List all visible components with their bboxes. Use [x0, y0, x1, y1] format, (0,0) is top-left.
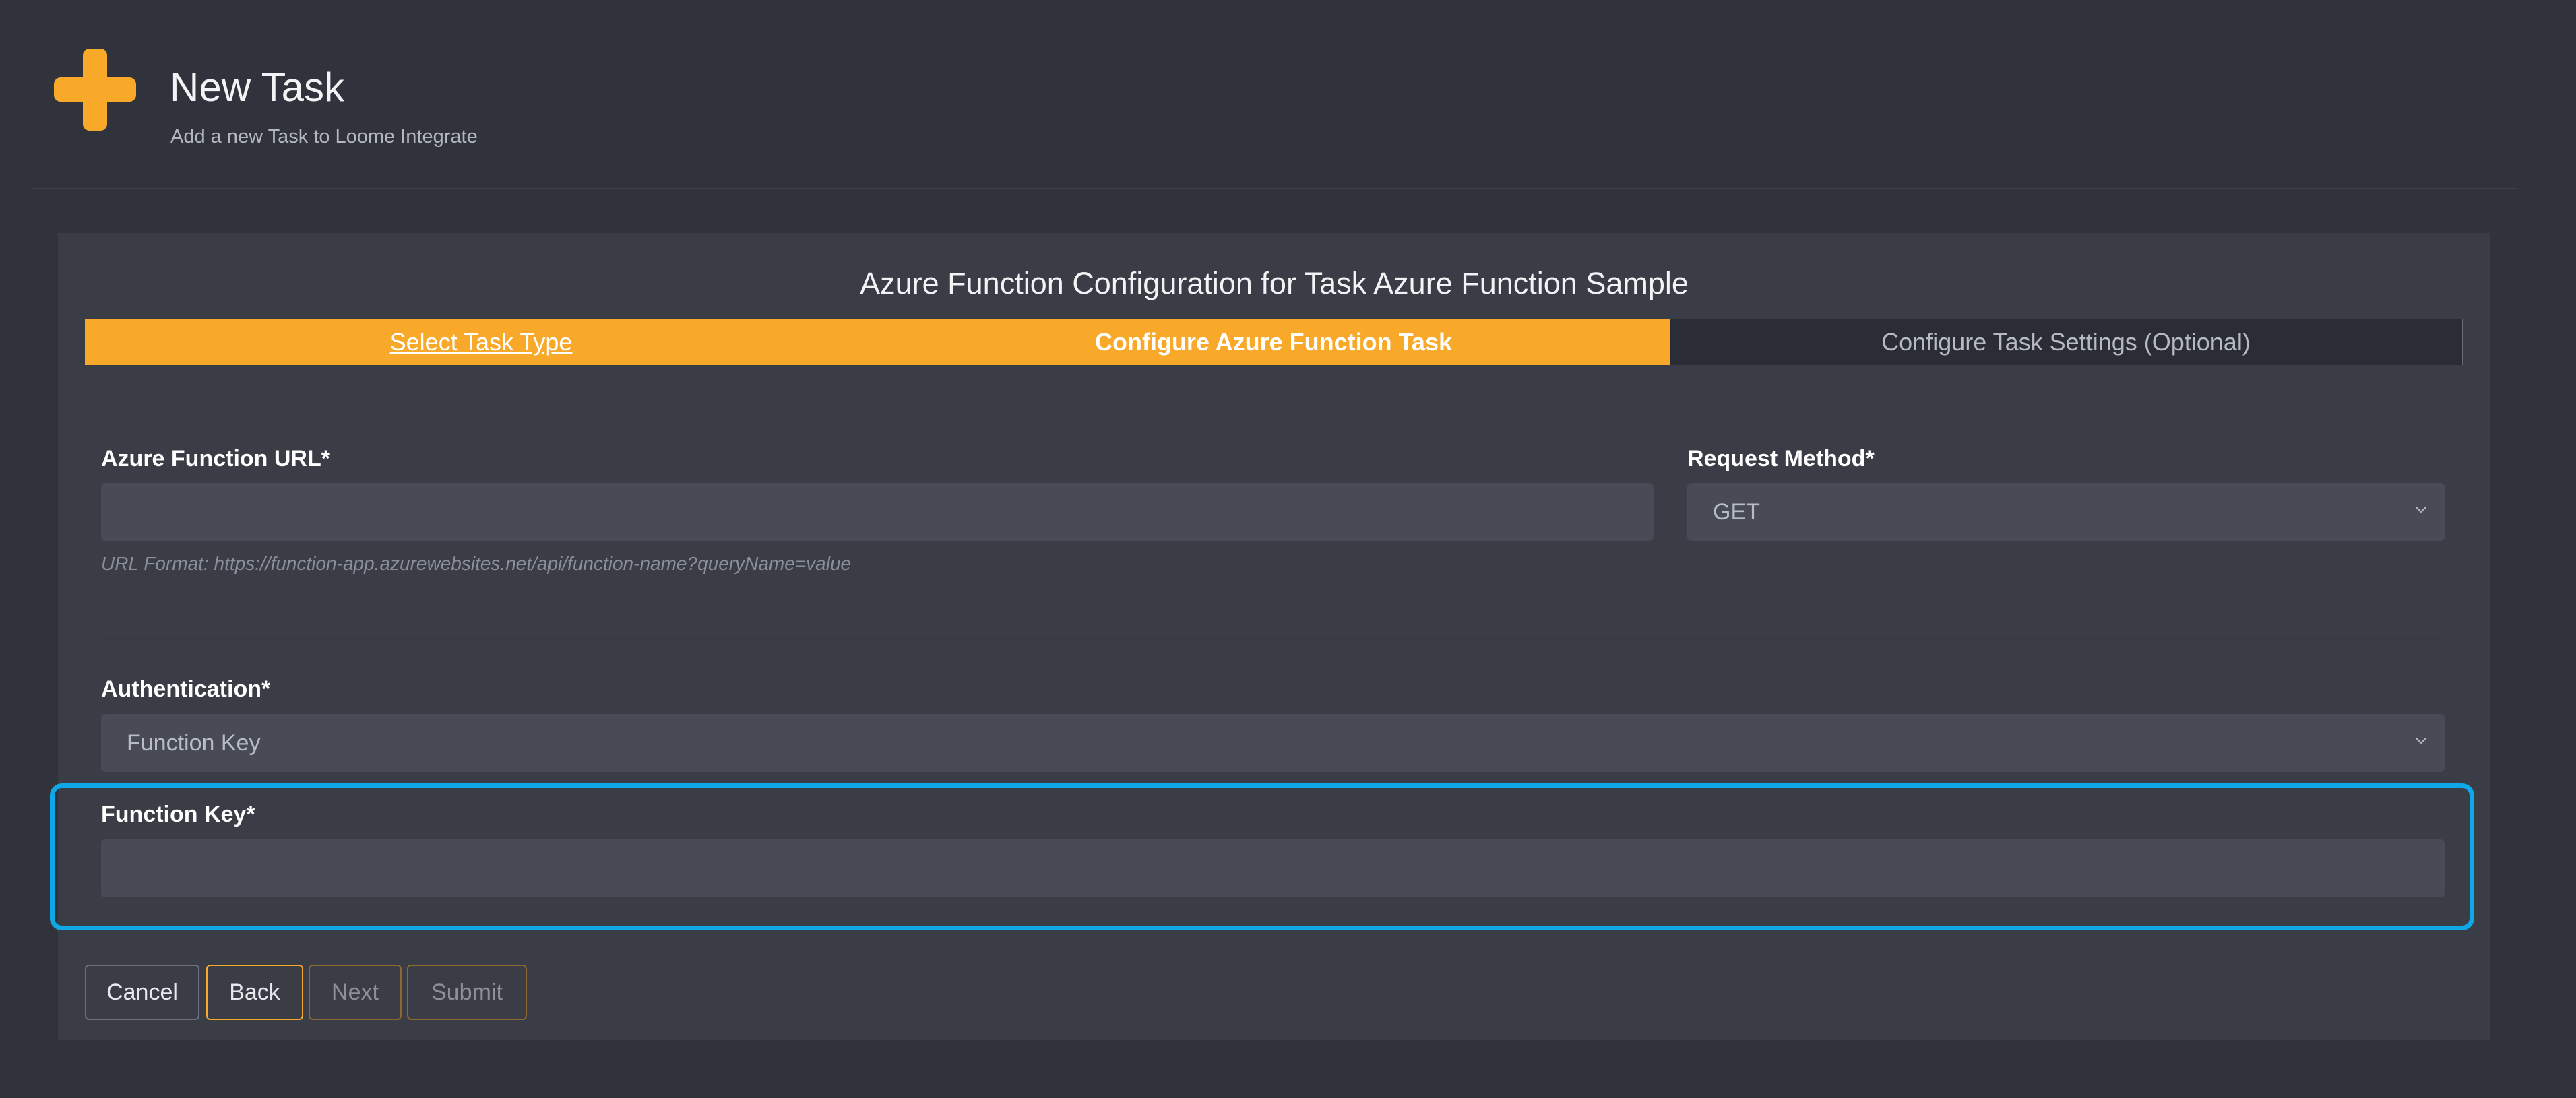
page: New Task Add a new Task to Loome Integra… — [0, 0, 2576, 1098]
step-select-task-type[interactable]: Select Task Type — [85, 319, 877, 365]
page-title: New Task — [170, 65, 344, 110]
request-method-value: GET — [1713, 498, 1760, 525]
chevron-down-icon — [2416, 507, 2426, 513]
authentication-value: Function Key — [127, 730, 261, 756]
wizard-card: Azure Function Configuration for Task Az… — [50, 233, 2490, 1040]
azure-function-url-input[interactable] — [101, 483, 1654, 541]
wizard-title: Azure Function Configuration for Task Az… — [860, 266, 1689, 300]
wizard-stepper: Select Task Type Configure Azure Functio… — [85, 319, 2463, 365]
step-configure-task-settings: Configure Task Settings (Optional) — [1670, 319, 2463, 365]
request-method-select[interactable]: GET — [1687, 483, 2445, 541]
page-subtitle: Add a new Task to Loome Integrate — [170, 126, 478, 148]
url-format-helper: URL Format: https://function-app.azurewe… — [101, 553, 852, 574]
authentication-label: Authentication* — [101, 676, 271, 702]
request-method-label: Request Method* — [1687, 446, 1875, 472]
function-key-label: Function Key* — [101, 802, 255, 827]
header-divider — [32, 188, 2516, 189]
chevron-down-icon — [2416, 738, 2426, 744]
step-configure-azure-function-task: Configure Azure Function Task — [877, 319, 1670, 365]
function-key-input[interactable] — [101, 839, 2445, 897]
next-button[interactable]: Next — [309, 965, 402, 1020]
section-divider — [101, 638, 2445, 639]
submit-button[interactable]: Submit — [407, 965, 527, 1020]
plus-icon — [54, 49, 136, 131]
cancel-button[interactable]: Cancel — [85, 965, 199, 1020]
authentication-select[interactable]: Function Key — [101, 714, 2445, 772]
azure-function-url-label: Azure Function URL* — [101, 446, 330, 472]
back-button[interactable]: Back — [206, 965, 303, 1020]
